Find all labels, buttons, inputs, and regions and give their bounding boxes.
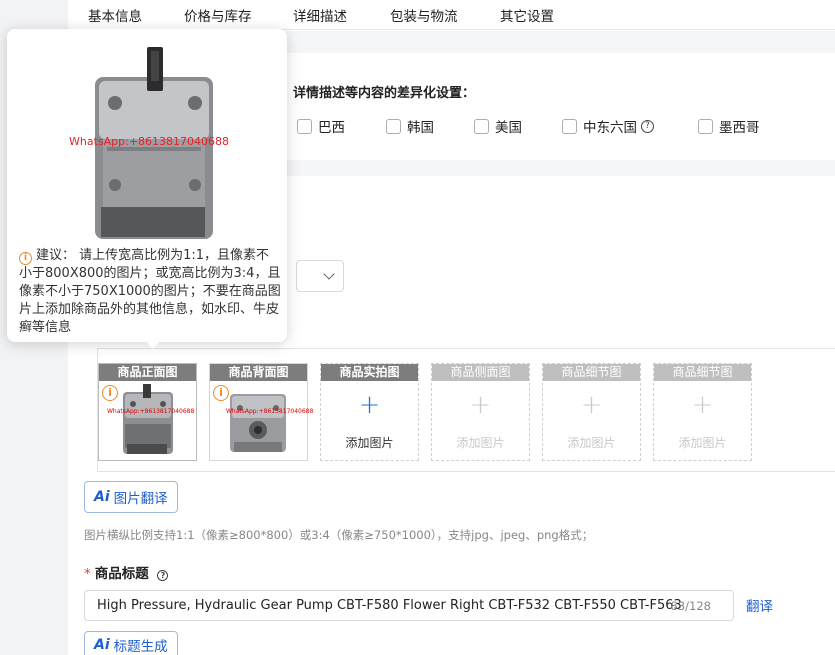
- product-image-uploader: 商品正面图 WhatsApp:+8613817040688 i 商品背面图 Wh…: [97, 348, 835, 472]
- add-image-label: 添加图片: [567, 436, 616, 450]
- checkbox-box[interactable]: [386, 118, 401, 134]
- country-checkbox-brazil[interactable]: 巴西: [297, 116, 345, 136]
- plus-icon: +: [469, 390, 492, 420]
- slot-caption: 商品实拍图: [321, 364, 418, 381]
- product-title-input[interactable]: High Pressure, Hydraulic Gear Pump CBT-F…: [84, 590, 734, 621]
- chevron-down-icon: [323, 268, 335, 280]
- product-title-label-text: 商品标题: [94, 566, 149, 582]
- tab-basic-info[interactable]: 基本信息: [88, 5, 142, 25]
- tab-price-stock[interactable]: 价格与库存: [184, 5, 252, 25]
- ai-icon: Ai: [94, 637, 110, 653]
- image-translate-label: 图片翻译: [113, 491, 168, 507]
- product-title-value[interactable]: High Pressure, Hydraulic Gear Pump CBT-F…: [97, 598, 682, 613]
- image-format-hint: 图片横纵比例支持1:1（像素≥800*800）或3:4（像素≥750*1000）…: [84, 528, 594, 542]
- image-advice: i 建议： 请上传宽高比例为1:1，且像素不小于800X800的图片；或宽高比例为…: [19, 247, 281, 337]
- watermark-text: WhatsApp:+8613817040688: [107, 408, 195, 415]
- help-icon[interactable]: ?: [641, 119, 654, 133]
- add-image-label: 添加图片: [456, 436, 505, 450]
- plus-icon: +: [691, 390, 714, 420]
- slot-caption: 商品正面图: [99, 364, 196, 381]
- help-icon[interactable]: ?: [157, 570, 169, 581]
- image-slot-detail-2: 商品细节图 + 添加图片: [653, 363, 752, 461]
- image-slot-detail-1: 商品细节图 + 添加图片: [542, 363, 641, 461]
- diff-settings-title: 详情描述等内容的差异化设置：: [293, 86, 476, 101]
- watermark-text: WhatsApp:+8613817040688: [226, 408, 314, 415]
- plus-icon: +: [580, 390, 603, 420]
- warning-icon: i: [213, 385, 229, 401]
- add-image-label[interactable]: 添加图片: [321, 434, 418, 451]
- popover-arrow: [145, 340, 161, 349]
- checkbox-box[interactable]: [562, 118, 577, 134]
- product-title-label: * 商品标题 ?: [84, 562, 169, 582]
- checkbox-label: 中东六国: [583, 120, 637, 136]
- checkbox-label: 巴西: [318, 120, 345, 136]
- required-mark: *: [84, 566, 91, 582]
- slot-caption: 商品侧面图: [432, 364, 529, 381]
- image-translate-button[interactable]: Ai 图片翻译: [84, 481, 178, 513]
- title-generate-label: 标题生成: [113, 639, 168, 655]
- dropdown-select[interactable]: [296, 260, 344, 292]
- title-generate-button[interactable]: Ai 标题生成: [84, 631, 178, 655]
- char-counter: 83/128: [670, 599, 711, 613]
- watermark-text: WhatsApp:+8613817040688: [69, 135, 230, 148]
- country-checkbox-korea[interactable]: 韩国: [386, 116, 434, 136]
- checkbox-box[interactable]: [297, 118, 312, 134]
- checkbox-label: 美国: [495, 120, 522, 136]
- slot-caption: 商品背面图: [210, 364, 307, 381]
- warning-icon: i: [102, 385, 118, 401]
- country-checkbox-middle-east[interactable]: 中东六国 ?: [562, 116, 654, 136]
- add-image-label: 添加图片: [678, 436, 727, 450]
- tab-package-logistics[interactable]: 包装与物流: [390, 5, 458, 25]
- checkbox-box[interactable]: [474, 118, 489, 134]
- image-guide-popover: WhatsApp:+8613817040688 i 建议： 请上传宽高比例为1:1…: [7, 29, 287, 349]
- country-checkbox-mexico[interactable]: 墨西哥: [698, 116, 760, 136]
- image-slot-side: 商品侧面图 + 添加图片: [431, 363, 530, 461]
- country-checkbox-usa[interactable]: 美国: [474, 116, 522, 136]
- product-preview-image: [95, 47, 213, 239]
- tab-description[interactable]: 详细描述: [293, 5, 347, 25]
- ai-icon: Ai: [94, 489, 110, 505]
- slot-caption: 商品细节图: [654, 364, 751, 381]
- image-slot-real-shot[interactable]: 商品实拍图 + 添加图片: [320, 363, 419, 461]
- image-slot-back[interactable]: 商品背面图 WhatsApp:+8613817040688 i: [209, 363, 313, 461]
- tab-other-settings[interactable]: 其它设置: [500, 5, 554, 25]
- image-slot-front[interactable]: 商品正面图 WhatsApp:+8613817040688 i: [98, 363, 197, 461]
- slot-caption: 商品细节图: [543, 364, 640, 381]
- translate-link[interactable]: 翻译: [746, 595, 773, 615]
- checkbox-box[interactable]: [698, 118, 713, 134]
- info-icon: i: [19, 252, 32, 265]
- checkbox-label: 墨西哥: [719, 120, 760, 136]
- checkbox-label: 韩国: [407, 120, 434, 136]
- advice-text: 建议： 请上传宽高比例为1:1，且像素不小于800X800的图片；或宽高比例为3…: [19, 248, 281, 335]
- section-tabs: 基本信息 价格与库存 详细描述 包装与物流 其它设置: [68, 0, 835, 30]
- plus-icon[interactable]: +: [321, 392, 418, 418]
